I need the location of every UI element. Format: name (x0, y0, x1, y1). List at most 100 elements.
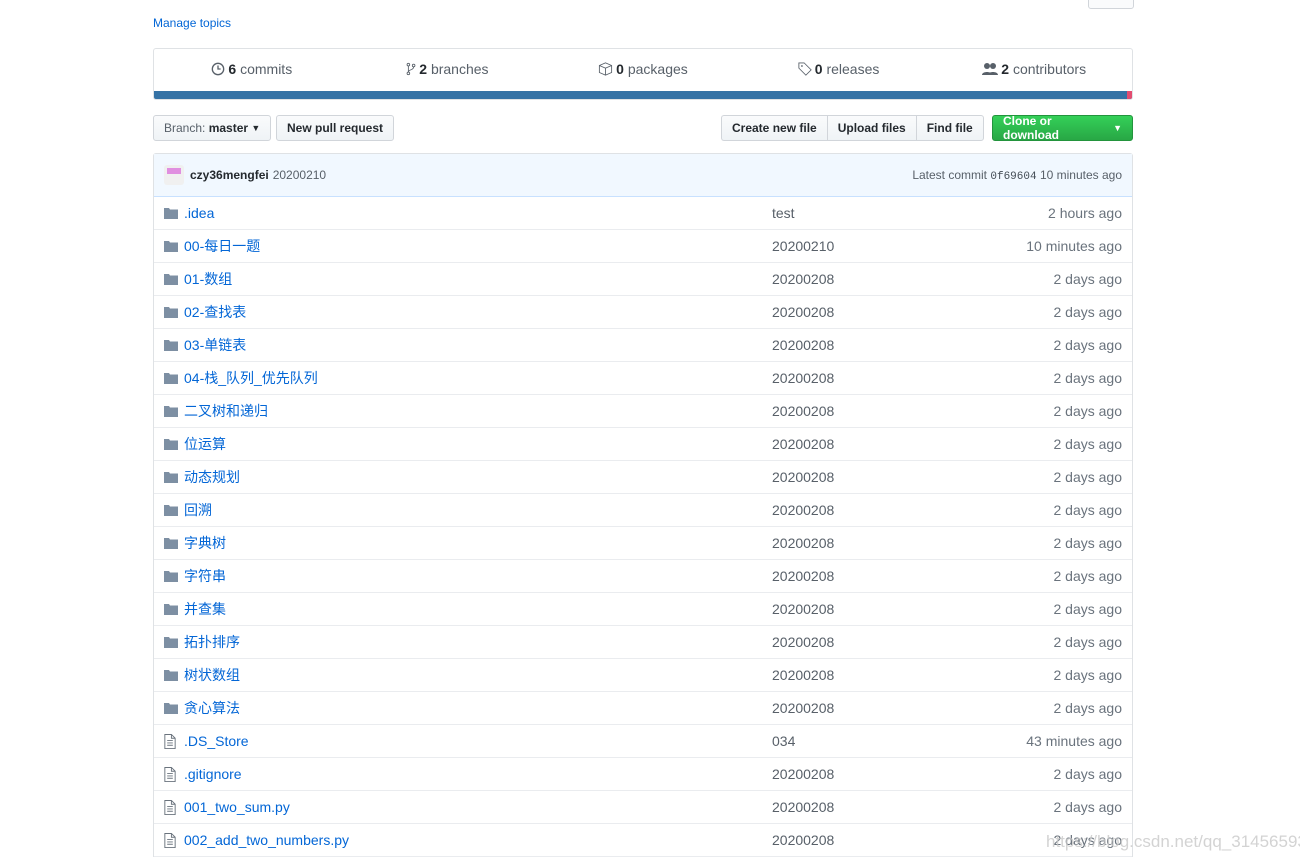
folder-icon (164, 240, 180, 252)
latest-commit-label: Latest commit (912, 167, 988, 182)
commit-message-link[interactable]: 20200208 (772, 271, 834, 287)
file-row: 回溯 20200208 2 days ago (154, 494, 1132, 527)
file-name-link[interactable]: 位运算 (184, 436, 226, 452)
commit-message-link[interactable]: 20200208 (772, 700, 834, 716)
file-name-link[interactable]: .idea (184, 205, 214, 221)
commit-sha[interactable]: 0f69604 (990, 171, 1036, 183)
file-name-link[interactable]: 04-栈_队列_优先队列 (184, 370, 318, 386)
file-name-link[interactable]: 03-单链表 (184, 337, 246, 353)
new-pull-request-button[interactable]: New pull request (276, 115, 395, 141)
commit-message-link[interactable]: 20200208 (772, 799, 834, 815)
commit-message-link[interactable]: 20200208 (772, 370, 834, 386)
find-file-button[interactable]: Find file (915, 115, 984, 141)
stat-label: releases (826, 61, 880, 77)
stat-branches[interactable]: 2 branches (350, 61, 546, 77)
file-icon (164, 832, 180, 848)
stat-count: 0 (616, 61, 624, 77)
commit-message-link[interactable]: 20200208 (772, 766, 834, 782)
commit-message-link[interactable]: 20200210 (772, 238, 834, 254)
commit-message-link[interactable]: test (772, 205, 795, 221)
top-button[interactable] (1088, 0, 1134, 9)
file-name-link[interactable]: 002_add_two_numbers.py (184, 832, 349, 848)
folder-icon (164, 669, 180, 681)
folder-icon (164, 603, 180, 615)
commit-message-link[interactable]: 20200208 (772, 469, 834, 485)
file-row: 贪心算法 20200208 2 days ago (154, 692, 1132, 725)
people-icon (982, 61, 1001, 77)
file-age: 2 days ago (1053, 436, 1123, 452)
file-row: 04-栈_队列_优先队列 20200208 2 days ago (154, 362, 1132, 395)
file-row: 01-数组 20200208 2 days ago (154, 263, 1132, 296)
file-name-link[interactable]: .gitignore (184, 766, 242, 782)
file-name-link[interactable]: 并查集 (184, 601, 226, 617)
file-name-link[interactable]: .DS_Store (184, 733, 249, 749)
folder-icon (164, 372, 180, 384)
commit-message-link[interactable]: 20200208 (772, 634, 834, 650)
file-name-link[interactable]: 00-每日一题 (184, 238, 260, 254)
commit-message-link[interactable]: 20200208 (772, 601, 834, 617)
commit-message-link[interactable]: 20200208 (772, 304, 834, 320)
commit-message-link[interactable]: 20200208 (772, 337, 834, 353)
create-new-file-button[interactable]: Create new file (721, 115, 827, 141)
file-row: 位运算 20200208 2 days ago (154, 428, 1132, 461)
commit-message-link[interactable]: 20200208 (772, 436, 834, 452)
branch-label: Branch: (164, 121, 206, 135)
upload-files-button[interactable]: Upload files (826, 115, 916, 141)
branch-name: master (208, 121, 249, 135)
file-name-link[interactable]: 字典树 (184, 535, 226, 551)
language-bar[interactable] (154, 91, 1132, 99)
file-row: 03-单链表 20200208 2 days ago (154, 329, 1132, 362)
folder-icon (164, 504, 180, 516)
stat-contributors[interactable]: 2 contributors (936, 61, 1132, 77)
commit-message-link[interactable]: 20200208 (772, 568, 834, 584)
file-name-link[interactable]: 回溯 (184, 502, 212, 518)
file-age: 2 days ago (1053, 469, 1123, 485)
commit-message-link[interactable]: 20200208 (772, 403, 834, 419)
folder-icon (164, 636, 180, 648)
commit-message-link[interactable]: 20200208 (772, 667, 834, 683)
repo-summary: 6 commits 2 branches 0 packages 0 releases 2… (153, 48, 1133, 100)
commit-message-link[interactable]: 20200208 (772, 832, 834, 848)
folder-icon (164, 438, 180, 450)
file-age: 2 days ago (1053, 568, 1123, 584)
commit-message-link[interactable]: 20200208 (772, 502, 834, 518)
file-name-link[interactable]: 字符串 (184, 568, 226, 584)
file-name-link[interactable]: 001_two_sum.py (184, 799, 290, 815)
file-name-link[interactable]: 01-数组 (184, 271, 232, 287)
file-name-link[interactable]: 动态规划 (184, 469, 240, 485)
stat-releases[interactable]: 0 releases (741, 61, 937, 77)
commit-message-link[interactable]: 20200208 (772, 535, 834, 551)
stat-packages[interactable]: 0 packages (545, 61, 741, 77)
manage-topics-link[interactable]: Manage topics (153, 16, 231, 30)
file-age: 10 minutes ago (1026, 238, 1122, 254)
file-row: 拓扑排序 20200208 2 days ago (154, 626, 1132, 659)
file-name-link[interactable]: 拓扑排序 (184, 634, 240, 650)
file-row: 动态规划 20200208 2 days ago (154, 461, 1132, 494)
branch-select-button[interactable]: Branch: master ▼ (153, 115, 272, 141)
git-branch-icon (406, 61, 419, 77)
file-row: 字符串 20200208 2 days ago (154, 560, 1132, 593)
package-icon (598, 61, 616, 77)
file-age: 2 days ago (1053, 601, 1123, 617)
commit-age: 10 minutes ago (1039, 167, 1122, 182)
folder-icon (164, 207, 180, 219)
file-age: 2 days ago (1053, 799, 1123, 815)
file-name-link[interactable]: 树状数组 (184, 667, 240, 683)
stat-commits[interactable]: 6 commits (154, 61, 350, 77)
stat-count: 0 (814, 61, 823, 77)
commit-message[interactable]: 20200210 (273, 168, 326, 182)
watermark: https://blog.csdn.net/qq_31456593 (1046, 832, 1300, 851)
file-row: 字典树 20200208 2 days ago (154, 527, 1132, 560)
file-name-link[interactable]: 02-查找表 (184, 304, 246, 320)
file-row: .gitignore 20200208 2 days ago (154, 758, 1132, 791)
clone-or-download-button[interactable]: Clone or download ▼ (992, 114, 1133, 142)
file-name-link[interactable]: 贪心算法 (184, 700, 240, 716)
commit-message-link[interactable]: 034 (772, 733, 795, 749)
file-row: .idea test 2 hours ago (154, 197, 1132, 230)
commit-author[interactable]: czy36mengfei (190, 168, 269, 182)
history-icon (211, 61, 228, 77)
file-row: 001_two_sum.py 20200208 2 days ago (154, 791, 1132, 824)
file-icon (164, 733, 180, 749)
file-name-link[interactable]: 二叉树和递归 (184, 403, 268, 419)
avatar[interactable] (164, 165, 184, 185)
